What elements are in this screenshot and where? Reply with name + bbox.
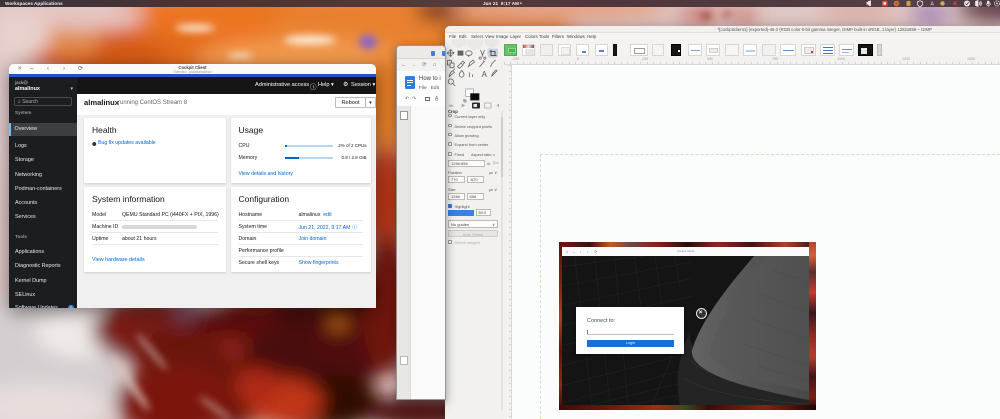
- svg-text:A: A: [931, 2, 935, 8]
- svg-text:A: A: [482, 70, 488, 79]
